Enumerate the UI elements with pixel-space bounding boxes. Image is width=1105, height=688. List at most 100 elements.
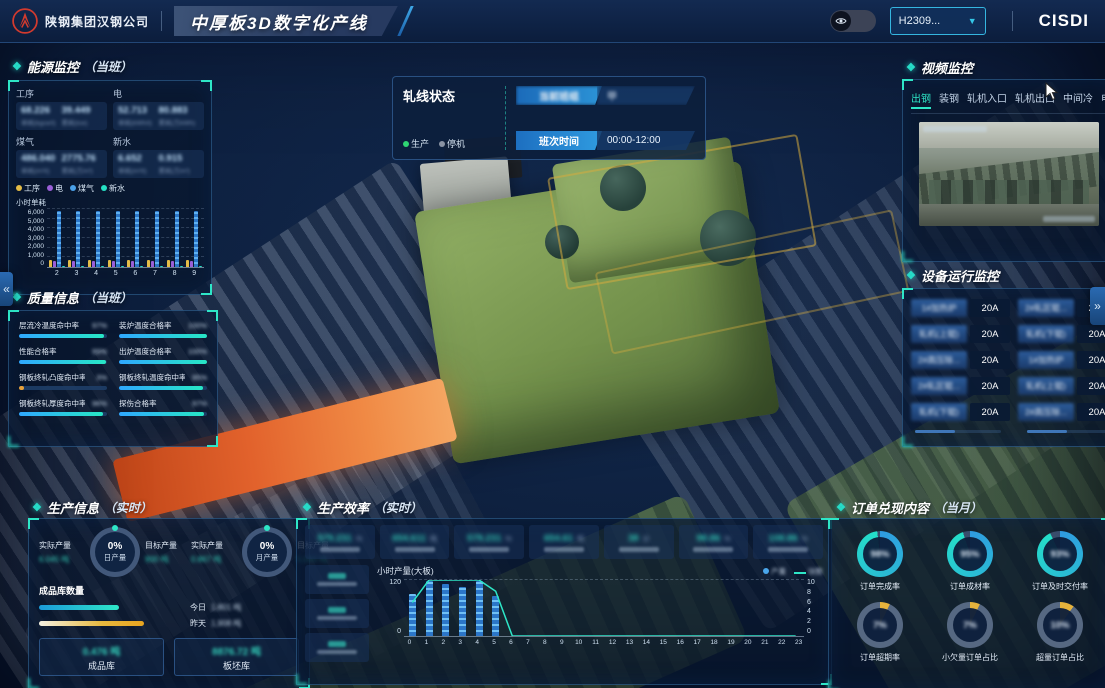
scrollbar-track[interactable] bbox=[1027, 430, 1105, 433]
legend-item-gas[interactable]: 煤气 bbox=[70, 183, 94, 194]
efficiency-side-card bbox=[305, 599, 369, 628]
bar-group bbox=[127, 209, 143, 267]
hourly-chart-area: 1200 1086420 bbox=[377, 579, 823, 637]
side-card-label-blurred bbox=[317, 582, 357, 586]
line-status-title: 轧线状态 bbox=[403, 86, 495, 105]
metric-value: 579.231 % bbox=[467, 533, 512, 544]
collapse-right-handle[interactable]: » bbox=[1090, 287, 1105, 325]
equipment-value: 20A bbox=[1077, 351, 1105, 369]
equipment-item: 轧机(下辊)20A bbox=[911, 403, 1010, 421]
corner-accent bbox=[207, 436, 218, 447]
bar-煤气 bbox=[135, 211, 139, 267]
order-donut-label: 超量订单占比 bbox=[1036, 652, 1084, 663]
quality-progress-fill bbox=[19, 334, 104, 338]
x-tick: 11 bbox=[587, 639, 604, 646]
y-tick: 2 bbox=[807, 618, 811, 625]
scrollbar-track[interactable] bbox=[915, 430, 1001, 433]
tab-中间冷[interactable]: 中间冷 bbox=[1063, 90, 1093, 109]
corner-accent bbox=[28, 678, 39, 688]
efficiency-side-card bbox=[305, 565, 369, 594]
energy-value: 68.226 bbox=[21, 105, 62, 116]
scrollbar-thumb[interactable] bbox=[915, 430, 955, 433]
bar-新水 bbox=[121, 266, 124, 267]
bar-煤气 bbox=[57, 211, 61, 267]
energy-chart-y-axis: 6,0005,0004,0003,0002,0001,0000 bbox=[16, 209, 47, 267]
x-tick: 6 bbox=[503, 639, 520, 646]
legend-item-output[interactable]: 产量 bbox=[763, 566, 786, 577]
tab-轧机入口[interactable]: 轧机入口 bbox=[967, 90, 1007, 109]
legend-label: 停机 bbox=[447, 139, 465, 149]
equipment-scrollbars bbox=[911, 430, 1105, 433]
x-tick: 6 bbox=[133, 270, 137, 277]
equipment-item: 轧机(下辊)20A bbox=[1018, 325, 1105, 343]
equipment-item: 2#高压除...20A bbox=[911, 351, 1010, 369]
line-status-divider bbox=[505, 86, 506, 150]
collapse-left-handle[interactable]: « bbox=[0, 272, 13, 306]
order-donut-cell: 95%订单成材率 bbox=[925, 531, 1015, 592]
order-donut-cell: 7%订单超期率 bbox=[835, 602, 925, 663]
card-label: 板坯库 bbox=[223, 659, 250, 672]
legend-item-pieces[interactable]: 块数 bbox=[794, 566, 823, 577]
legend-item-electric[interactable]: 电 bbox=[47, 183, 63, 194]
video-feed[interactable] bbox=[919, 122, 1099, 226]
bar-新水 bbox=[180, 266, 183, 267]
metric-value: 38 分 bbox=[628, 533, 650, 544]
bar-煤气 bbox=[96, 211, 100, 267]
header-divider bbox=[161, 11, 162, 31]
tab-电动辊道[interactable]: 电动辊道 bbox=[1101, 90, 1105, 109]
donut-center-label: 日产量 bbox=[104, 552, 127, 563]
quality-progress-track bbox=[19, 412, 107, 416]
order-donut-cell: 93%订单及时交付率 bbox=[1015, 531, 1105, 592]
equipment-value: 20A bbox=[1077, 325, 1105, 343]
scene-selector-dropdown[interactable]: H2309... ▼ bbox=[890, 7, 986, 35]
bar-电 bbox=[190, 261, 193, 267]
diamond-icon: ❖ bbox=[12, 60, 22, 73]
energy-unit: 单耗(m³/t) bbox=[21, 165, 62, 175]
order-donut-label: 订单成材率 bbox=[950, 581, 990, 592]
quality-progress-fill bbox=[119, 334, 207, 338]
bar-煤气 bbox=[194, 211, 198, 267]
corner-accent bbox=[1101, 518, 1105, 529]
quality-item: 钢板终轧厚度命中率96% bbox=[19, 398, 107, 416]
corner-accent bbox=[201, 284, 212, 295]
equipment-label: 2#高压除... bbox=[1018, 403, 1074, 421]
video-panel: 出钢装钢轧机入口轧机出口中间冷电动辊道 bbox=[902, 79, 1105, 262]
equipment-list: 1#加热炉20A2#轧区辊...20A轧机(上辊)20A轧机(下辊)20A2#高… bbox=[911, 299, 1105, 421]
equipment-label: 轧机(上辊) bbox=[1018, 377, 1074, 395]
target-output-label: 目标产量 bbox=[145, 540, 191, 551]
energy-chart-axis-title: 小时单耗 bbox=[16, 197, 204, 208]
crew-label-pill: 当前班组 bbox=[516, 86, 602, 105]
metric-unit: % bbox=[503, 536, 511, 543]
energy-value: 486.040 bbox=[21, 153, 62, 164]
legend-item-process[interactable]: 工序 bbox=[16, 183, 40, 194]
current-crew-row: 当前班组 甲 bbox=[516, 86, 695, 105]
donut-center: 0% 月产量 bbox=[242, 527, 292, 577]
inventory-cards: 0.476 吨 成品库 8876.72 吨 板坯库 bbox=[39, 638, 299, 676]
quality-item-value: 100% bbox=[188, 347, 207, 356]
quality-item-top: 探伤合格率97% bbox=[119, 398, 207, 409]
equipment-item: 轧机(上辊)20A bbox=[911, 325, 1010, 343]
legend-item-water[interactable]: 新水 bbox=[101, 183, 125, 194]
visibility-toggle[interactable] bbox=[830, 10, 876, 32]
quality-panel-title: ❖ 质量信息 （当班） bbox=[12, 288, 132, 307]
shift-value: 00:00-12:00 bbox=[597, 131, 695, 150]
x-tick: 1 bbox=[418, 639, 435, 646]
quality-progress-track bbox=[19, 360, 107, 364]
corner-accent bbox=[207, 310, 218, 321]
bar-新水 bbox=[199, 266, 202, 267]
corner-accent bbox=[201, 80, 212, 91]
shift-time-row: 班次时间 00:00-12:00 bbox=[516, 131, 695, 150]
metric-label-blurred bbox=[320, 547, 360, 552]
eye-icon bbox=[831, 11, 851, 31]
equipment-panel-title: ❖ 设备运行监控 bbox=[906, 266, 999, 285]
x-tick: 10 bbox=[570, 639, 587, 646]
efficiency-title-text: 生产效率 bbox=[317, 498, 369, 517]
tab-出钢[interactable]: 出钢 bbox=[911, 90, 931, 109]
header-actions: H2309... ▼ CISDI bbox=[830, 7, 1105, 35]
tab-装钢[interactable]: 装钢 bbox=[939, 90, 959, 109]
dashboard-root: 陕钢集团汉钢公司 中厚板3D数字化产线 H2309... ▼ CISDI ❖ 能… bbox=[0, 0, 1105, 688]
scrollbar-thumb[interactable] bbox=[1027, 430, 1067, 433]
equipment-value: 20A bbox=[1077, 377, 1105, 395]
bar-group bbox=[147, 209, 163, 267]
production-title-text: 生产信息 bbox=[47, 498, 99, 517]
